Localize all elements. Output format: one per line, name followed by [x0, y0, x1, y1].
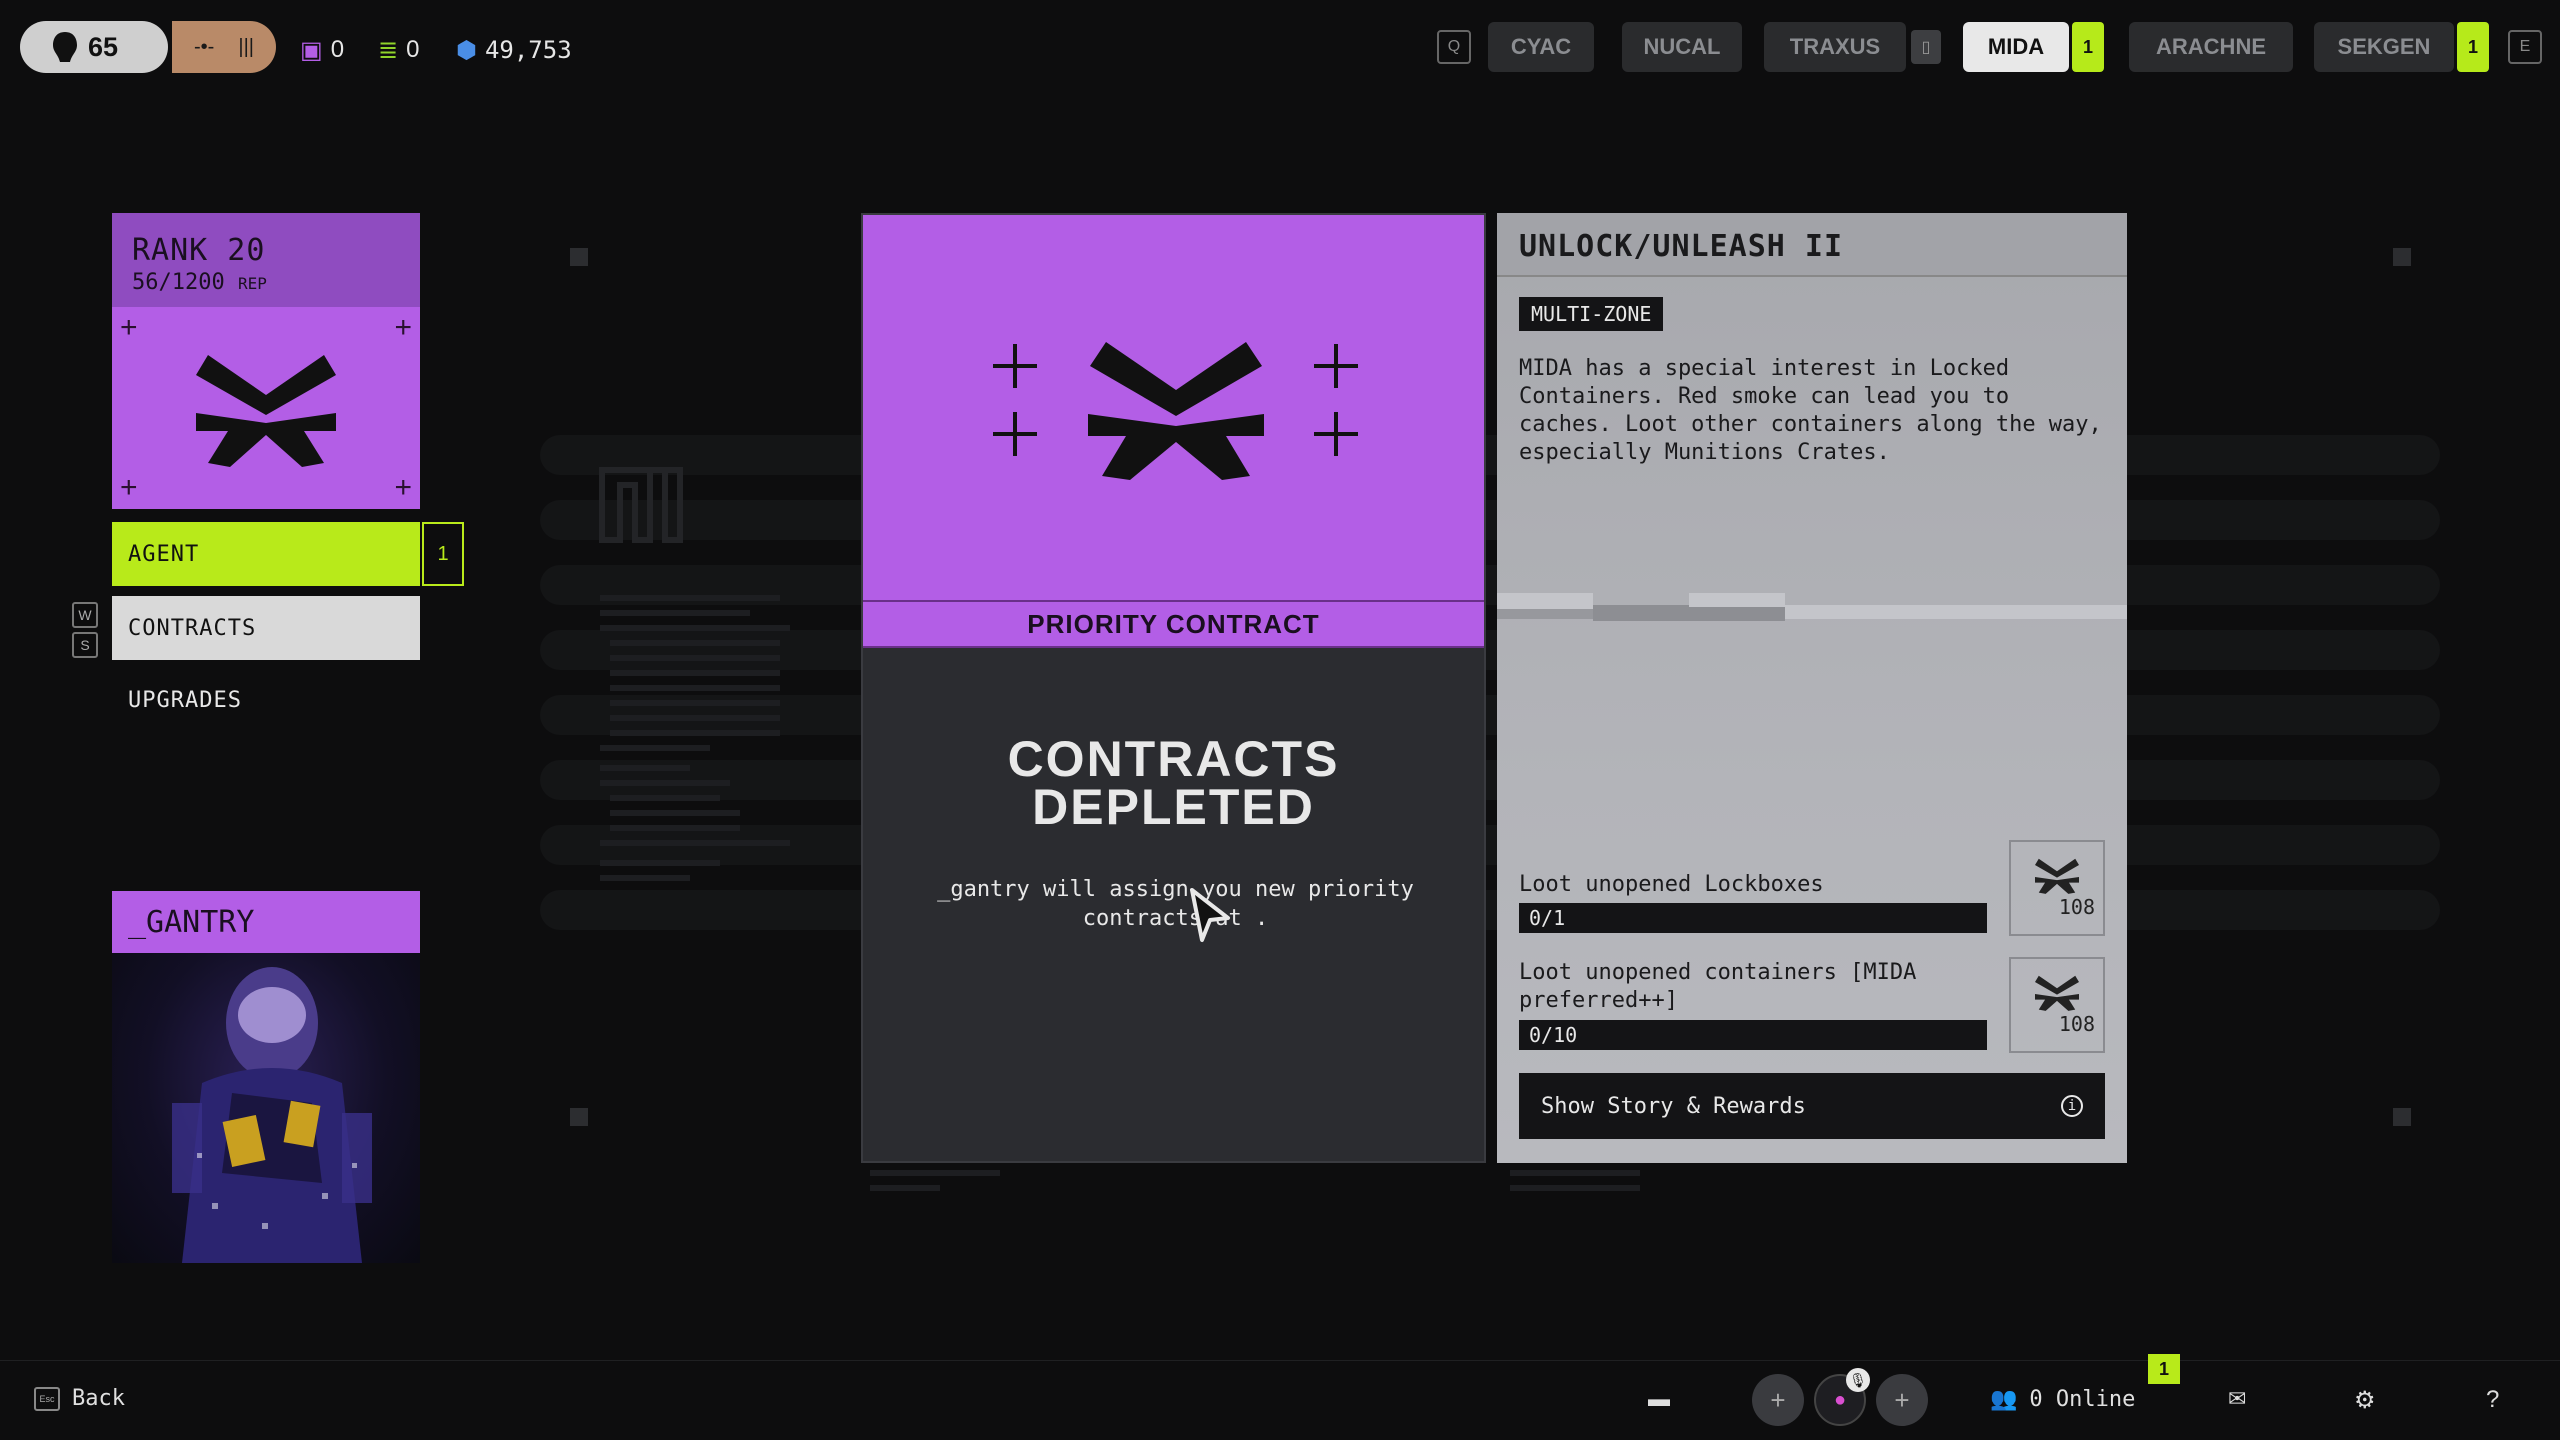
mouse-cursor-icon: [1190, 888, 1230, 942]
mida-rep-icon: [2035, 858, 2079, 894]
corner-plus-icon: +: [394, 471, 412, 504]
agent-figure-image: [172, 967, 372, 1263]
gear-icon: ⚙: [2354, 1387, 2376, 1414]
faction-rank-card: RANK 20 56/1200 REP + + + +: [112, 213, 420, 509]
contracts-depleted-message: _gantry will assign you new priority con…: [937, 877, 1414, 931]
stack-counter: ≣ 0: [378, 36, 420, 64]
mida-logo-icon: [993, 342, 1358, 480]
tab-faction-nucal[interactable]: NUCAL: [1622, 22, 1742, 72]
target-icon: -•-: [194, 35, 215, 58]
chat-icon: ▬: [1648, 1386, 1670, 1411]
level-value: 65: [88, 31, 119, 62]
plus-icon: +: [1894, 1384, 1910, 1415]
online-badge: 1: [2148, 1354, 2180, 1384]
key-hint-up: W: [72, 602, 98, 628]
objective-label: Loot unopened Lockboxes: [1519, 872, 1824, 897]
contracts-depleted-title: CONTRACTS DEPLETED: [1007, 731, 1340, 835]
zone-tag: MULTI-ZONE: [1519, 297, 1664, 331]
settings-button[interactable]: ⚙: [2354, 1386, 2376, 1415]
mail-button[interactable]: ✉: [2228, 1386, 2246, 1412]
microphone-icon[interactable]: 🎙: [1846, 1368, 1870, 1392]
rank-header: RANK 20 56/1200 REP: [112, 213, 420, 307]
contract-description: MIDA has a special interest in Locked Co…: [1519, 356, 2102, 465]
show-story-rewards-button[interactable]: Show Story & Rewards i: [1519, 1073, 2105, 1139]
mida-rep-icon: [2035, 975, 2079, 1011]
mida-logo-icon: [196, 355, 336, 467]
crate-icon: ▣: [300, 36, 323, 64]
friends-online-button[interactable]: 👥 0 Online: [1990, 1386, 2135, 1412]
player-level[interactable]: 65: [20, 21, 168, 73]
tab-faction-cyac[interactable]: CYAC: [1488, 22, 1594, 72]
agent-portrait: [112, 953, 420, 1263]
priority-contract-art: [863, 215, 1484, 600]
agent-card[interactable]: _GANTRY: [112, 891, 420, 1263]
plus-icon: +: [1770, 1384, 1786, 1415]
nav-upgrades[interactable]: UPGRADES: [112, 668, 420, 732]
mail-icon: ✉: [2228, 1386, 2247, 1411]
help-icon: ?: [2486, 1386, 2500, 1413]
key-hint-down: S: [72, 632, 98, 658]
nav-agent[interactable]: AGENT: [112, 522, 420, 586]
friends-icon: 👥: [1990, 1386, 2018, 1411]
credits-icon: ⬢: [456, 36, 477, 64]
objective-reward[interactable]: 108: [2009, 840, 2105, 936]
corner-plus-icon: +: [394, 311, 412, 344]
mida-badge: 1: [2072, 22, 2104, 72]
help-button[interactable]: ?: [2486, 1386, 2499, 1414]
objective-progress-bar: 0/1: [1519, 903, 1987, 933]
contract-detail-card: UNLOCK/UNLEASH II MULTI-ZONE MIDA has a …: [1497, 213, 2127, 1163]
priority-contract-label: PRIORITY CONTRACT: [863, 600, 1484, 648]
player-head-icon: [53, 32, 77, 62]
corner-plus-icon: +: [120, 471, 138, 504]
tab-faction-traxus[interactable]: TRAXUS: [1764, 22, 1906, 72]
objective-label: Loot unopened containers [MIDA preferred…: [1519, 960, 1917, 1013]
party-slot-add-button[interactable]: +: [1876, 1374, 1928, 1426]
party-slot-add-button[interactable]: +: [1752, 1374, 1804, 1426]
priority-contract-card: PRIORITY CONTRACT CONTRACTS DEPLETED _ga…: [861, 213, 1486, 1163]
nav-contracts[interactable]: CONTRACTS: [112, 596, 420, 660]
chat-button[interactable]: ▬: [1648, 1386, 1670, 1412]
bars-icon: |||: [238, 35, 254, 58]
next-faction-key[interactable]: E: [2508, 30, 2542, 64]
avatar-icon: ●: [1833, 1388, 1847, 1411]
objective-progress-bar: 0/10: [1519, 1020, 1987, 1050]
esc-key-icon: Esc: [34, 1386, 60, 1411]
stack-icon: ≣: [378, 36, 399, 64]
prev-faction-key[interactable]: Q: [1437, 30, 1471, 64]
glitch-divider-decoration: [1497, 593, 2127, 621]
tab-faction-sekgen[interactable]: SEKGEN: [2314, 22, 2454, 72]
rank-title: RANK 20: [132, 233, 266, 268]
credits-counter: ⬢ 49,753: [456, 36, 572, 64]
contract-title: UNLOCK/UNLEASH II: [1497, 213, 2127, 277]
tab-faction-mida[interactable]: MIDA: [1963, 22, 2069, 72]
back-button[interactable]: Esc Back: [34, 1386, 125, 1411]
crate-counter: ▣ 0: [300, 36, 345, 64]
objective-reward[interactable]: 108: [2009, 957, 2105, 1053]
agent-name: _GANTRY: [112, 891, 420, 953]
season-rank-pill[interactable]: -•- |||: [172, 21, 276, 73]
agent-badge: 1: [422, 522, 464, 586]
corner-plus-icon: +: [120, 311, 138, 344]
info-icon: i: [2061, 1095, 2083, 1117]
clipboard-icon: ▯: [1911, 30, 1941, 64]
background-frame-decoration: [540, 248, 2440, 1191]
rank-rep: 56/1200 REP: [132, 270, 267, 295]
tab-faction-arachne[interactable]: ARACHNE: [2129, 22, 2293, 72]
sekgen-badge: 1: [2457, 22, 2489, 72]
